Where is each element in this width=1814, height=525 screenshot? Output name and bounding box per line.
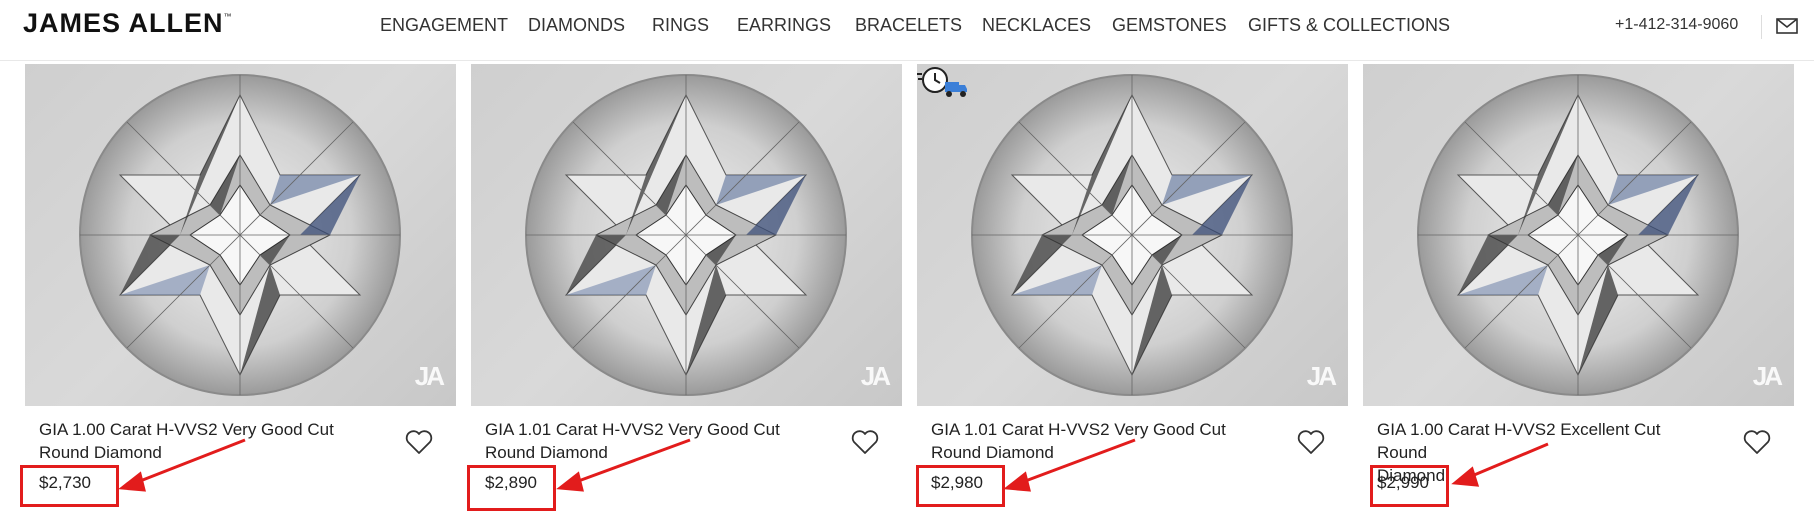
red-arrow-head (556, 471, 584, 492)
red-arrow-head (1451, 466, 1480, 487)
red-arrow (572, 438, 691, 485)
red-arrow-head (118, 471, 146, 492)
red-arrow (134, 438, 246, 485)
annotation-arrows (118, 438, 1549, 492)
red-arrow (1019, 438, 1136, 485)
red-arrow (1466, 442, 1549, 480)
red-arrow-head (1003, 471, 1031, 492)
